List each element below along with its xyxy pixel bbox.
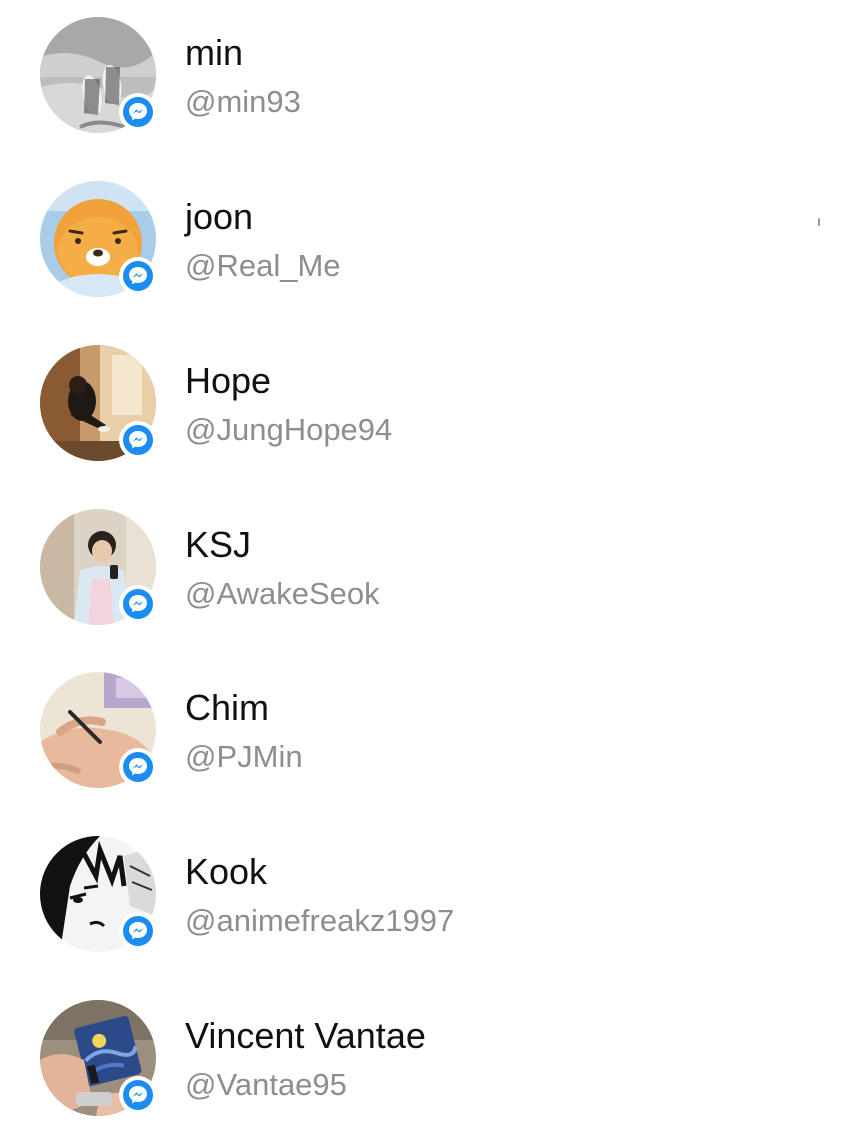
messenger-badge	[119, 93, 157, 131]
messenger-icon	[129, 758, 147, 776]
contact-row-ksj[interactable]: KSJ @AwakeSeok	[0, 492, 864, 642]
contact-name: Kook	[185, 851, 268, 892]
scroll-indicator-mark	[818, 218, 820, 226]
messenger-badge	[119, 1076, 157, 1114]
avatar-container	[40, 672, 157, 788]
messenger-icon	[129, 267, 147, 285]
contact-handle: @PJMin	[185, 739, 303, 774]
contact-row-hope[interactable]: Hope @JungHope94	[0, 328, 864, 478]
contact-handle: @Vantae95	[185, 1067, 347, 1102]
contact-handle: @AwakeSeok	[185, 576, 380, 611]
avatar-container	[40, 509, 157, 625]
contact-handle: @JungHope94	[185, 412, 393, 447]
contact-row-min[interactable]: min @min93	[0, 0, 864, 150]
messenger-badge	[119, 748, 157, 786]
messenger-icon	[129, 1086, 147, 1104]
avatar-container	[40, 345, 157, 461]
contact-name: KSJ	[185, 524, 252, 565]
messenger-icon	[129, 103, 147, 121]
messenger-icon	[129, 595, 147, 613]
messenger-badge	[119, 257, 157, 295]
avatar-container	[40, 17, 157, 133]
contact-name: Vincent Vantae	[185, 1015, 426, 1056]
messenger-icon	[129, 431, 147, 449]
contact-name: min	[185, 32, 244, 73]
contact-row-kook[interactable]: Kook @animefreakz1997	[0, 819, 864, 969]
messenger-icon	[129, 922, 147, 940]
messenger-badge	[119, 421, 157, 459]
contact-name: joon	[185, 196, 254, 237]
contact-handle: @min93	[185, 84, 301, 119]
contact-name: Hope	[185, 360, 272, 401]
messenger-badge	[119, 912, 157, 950]
contact-handle: @animefreakz1997	[185, 903, 455, 938]
avatar-container	[40, 836, 157, 952]
avatar-container	[40, 181, 157, 297]
contact-row-vincent-vantae[interactable]: Vincent Vantae @Vantae95	[0, 983, 864, 1133]
contact-list: min @min93 joon @Real_Me Hope @JungHope9…	[0, 0, 864, 1148]
messenger-badge	[119, 585, 157, 623]
contact-name: Chim	[185, 687, 270, 728]
contact-handle: @Real_Me	[185, 248, 341, 283]
contact-row-joon[interactable]: joon @Real_Me	[0, 164, 864, 314]
contact-row-chim[interactable]: Chim @PJMin	[0, 655, 864, 805]
avatar-container	[40, 1000, 157, 1116]
